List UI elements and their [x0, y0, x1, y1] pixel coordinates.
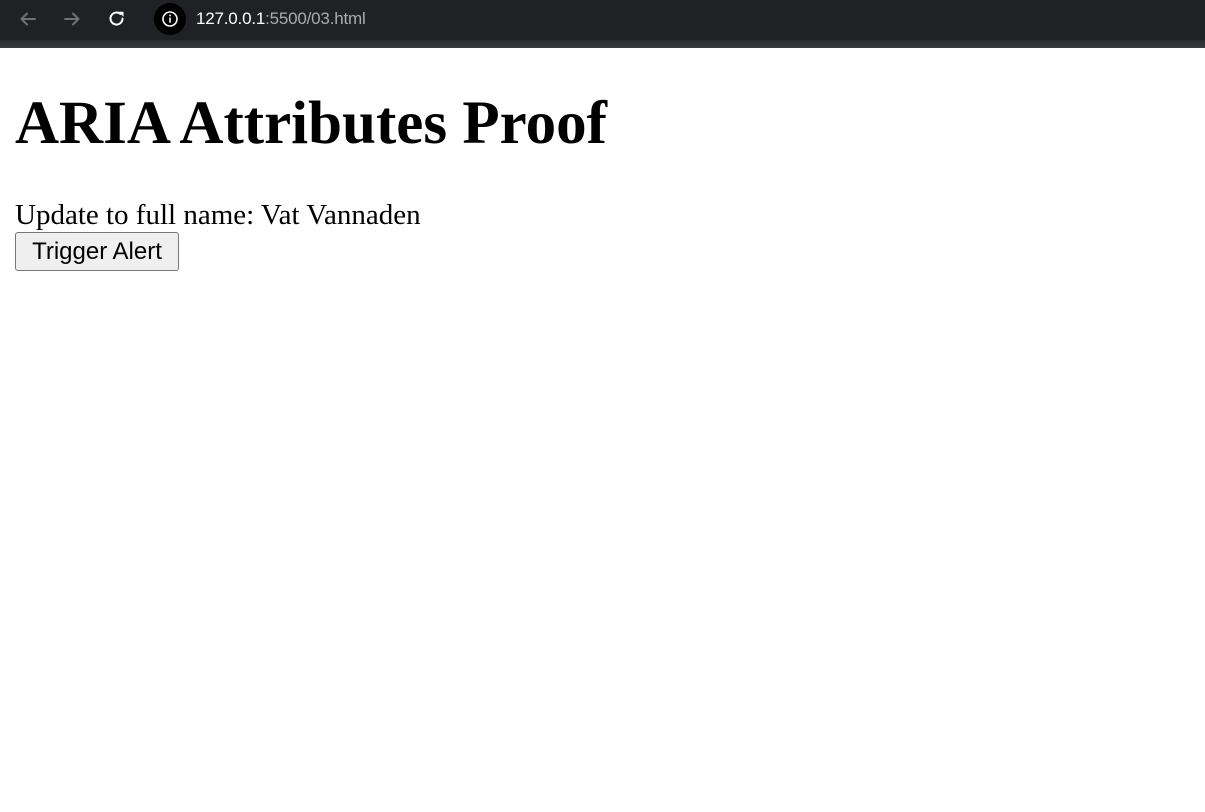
address-bar[interactable]: 127.0.0.1:5500/03.html [154, 2, 1205, 36]
url-text[interactable]: 127.0.0.1:5500/03.html [196, 9, 366, 29]
forward-button[interactable] [59, 6, 85, 32]
page-content: ARIA Attributes Proof Update to full nam… [0, 48, 1205, 812]
arrow-left-icon [20, 12, 36, 26]
url-path: :5500/03.html [265, 9, 366, 28]
url-host: 127.0.0.1 [196, 9, 266, 28]
back-button[interactable] [15, 6, 41, 32]
trigger-alert-button[interactable]: Trigger Alert [15, 232, 179, 271]
page-title: ARIA Attributes Proof [15, 90, 607, 157]
full-name-status-text: Update to full name: Vat Vannaden [15, 199, 421, 231]
arrow-right-icon [64, 12, 80, 26]
reload-button[interactable] [104, 6, 130, 32]
info-icon [162, 11, 178, 27]
site-info-button[interactable] [154, 3, 186, 35]
reload-icon [109, 11, 124, 26]
browser-toolbar: 127.0.0.1:5500/03.html [0, 0, 1205, 48]
